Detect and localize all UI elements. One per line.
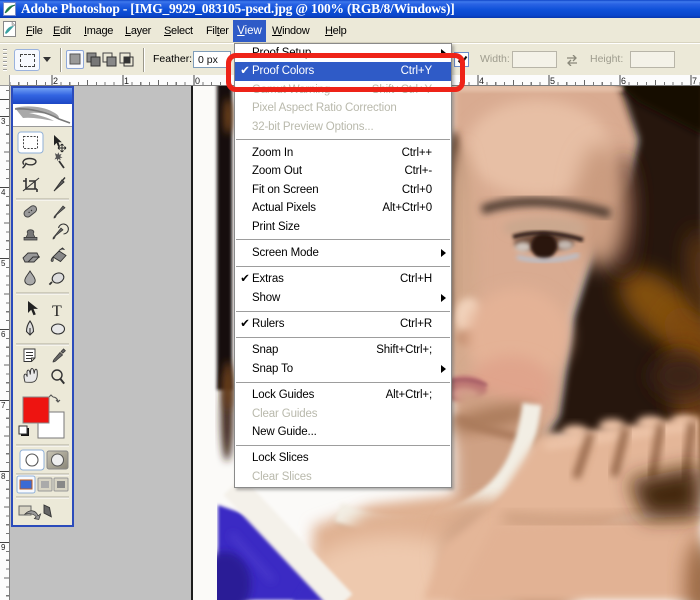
svg-text:T: T (52, 303, 62, 320)
